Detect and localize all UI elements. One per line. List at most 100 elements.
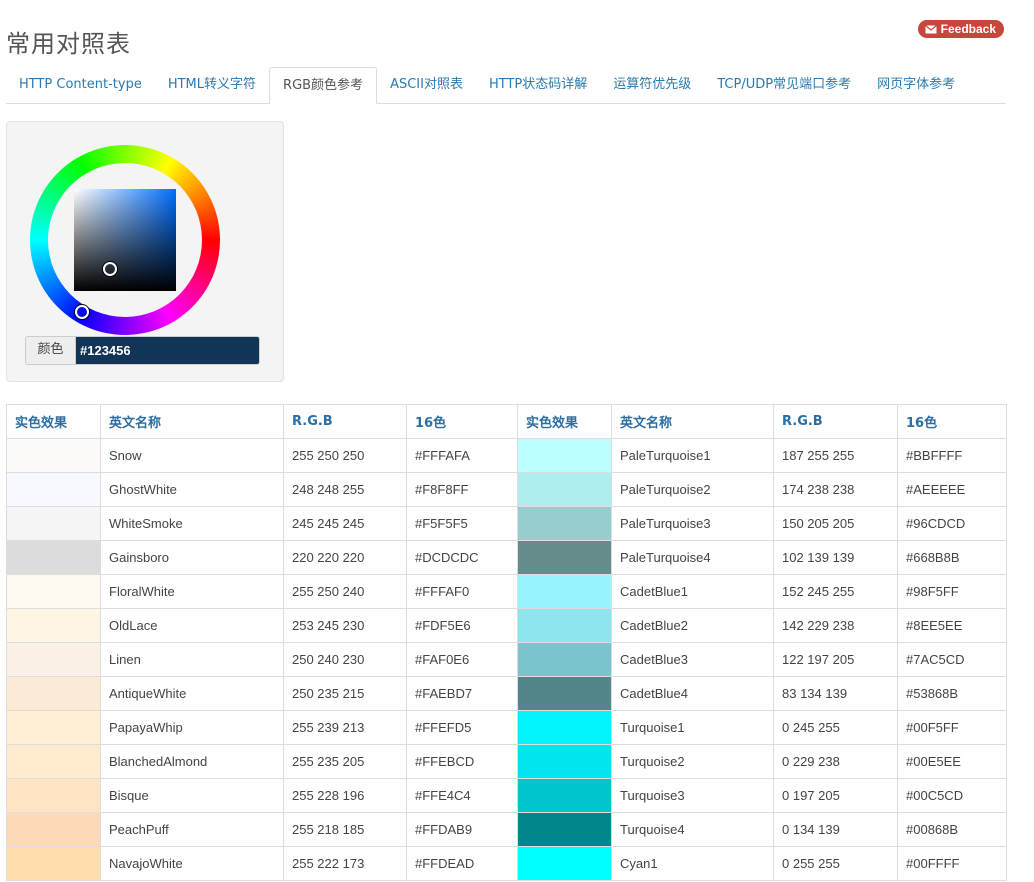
color-swatch bbox=[517, 540, 612, 575]
hue-handle[interactable] bbox=[75, 305, 89, 319]
hex-value-cell: #FFDEAD bbox=[406, 846, 518, 881]
color-swatch bbox=[6, 438, 101, 473]
color-name-cell: BlanchedAlmond bbox=[100, 744, 284, 779]
hex-value-cell: #FFE4C4 bbox=[406, 778, 518, 813]
tab-operator-precedence[interactable]: 运算符优先级 bbox=[600, 67, 704, 102]
color-swatch bbox=[517, 744, 612, 779]
color-picker-panel: 颜色值： bbox=[6, 121, 284, 382]
color-swatch bbox=[517, 812, 612, 847]
rgb-value-cell: 255 250 250 bbox=[283, 438, 407, 473]
color-name-cell: AntiqueWhite bbox=[100, 676, 284, 711]
rgb-value-cell: 83 134 139 bbox=[773, 676, 898, 711]
header-hex: 16色 bbox=[406, 404, 518, 439]
feedback-button[interactable]: Feedback bbox=[917, 20, 1004, 38]
rgb-value-cell: 174 238 238 bbox=[773, 472, 898, 507]
color-name-cell: OldLace bbox=[100, 608, 284, 643]
rgb-value-cell: 255 235 205 bbox=[283, 744, 407, 779]
hex-value-cell: #FFFAFA bbox=[406, 438, 518, 473]
hex-value-cell: #AEEEEE bbox=[897, 472, 1007, 507]
table-row: PapayaWhip 255 239 213 #FFEFD5 Turquoise1 0 … bbox=[6, 710, 1007, 745]
rgb-value-cell: 255 218 185 bbox=[283, 812, 407, 847]
table-row: FloralWhite 255 250 240 #FFFAF0 CadetBlue1 1… bbox=[6, 574, 1007, 609]
rgb-value-cell: 250 235 215 bbox=[283, 676, 407, 711]
rgb-value-cell: 255 228 196 bbox=[283, 778, 407, 813]
color-name-cell: PeachPuff bbox=[100, 812, 284, 847]
hex-value-cell: #00FFFF bbox=[897, 846, 1007, 881]
hex-value-cell: #00C5CD bbox=[897, 778, 1007, 813]
table-row: Snow 255 250 250 #FFFAFA PaleTurquoise1 187 … bbox=[6, 438, 1007, 473]
color-name-cell: WhiteSmoke bbox=[100, 506, 284, 541]
rgb-value-cell: 142 229 238 bbox=[773, 608, 898, 643]
color-value-row: 颜色值： bbox=[25, 336, 260, 365]
color-swatch bbox=[6, 540, 101, 575]
color-name-cell: PaleTurquoise3 bbox=[611, 506, 774, 541]
page-title: 常用对照表 bbox=[6, 30, 131, 59]
color-swatch bbox=[517, 778, 612, 813]
tab-bar: HTTP Content-type HTML转义字符 RGB颜色参考 ASCII… bbox=[6, 67, 1006, 104]
saturation-value-square[interactable] bbox=[74, 189, 176, 291]
color-name-cell: Turquoise4 bbox=[611, 812, 774, 847]
hex-value-cell: #7AC5CD bbox=[897, 642, 1007, 677]
color-swatch bbox=[517, 472, 612, 507]
color-name-cell: Cyan1 bbox=[611, 846, 774, 881]
hex-value-cell: #53868B bbox=[897, 676, 1007, 711]
color-swatch bbox=[517, 676, 612, 711]
saturation-value-handle[interactable] bbox=[103, 262, 117, 276]
table-row: AntiqueWhite 250 235 215 #FAEBD7 CadetBlue4… bbox=[6, 676, 1007, 711]
rgb-value-cell: 248 248 255 bbox=[283, 472, 407, 507]
hex-value-cell: #FDF5E6 bbox=[406, 608, 518, 643]
hex-value-cell: #00F5FF bbox=[897, 710, 1007, 745]
rgb-value-cell: 152 245 255 bbox=[773, 574, 898, 609]
rgb-value-cell: 245 245 245 bbox=[283, 506, 407, 541]
color-name-cell: CadetBlue3 bbox=[611, 642, 774, 677]
hex-value-cell: #668B8B bbox=[897, 540, 1007, 575]
color-name-cell: CadetBlue4 bbox=[611, 676, 774, 711]
color-swatch bbox=[6, 506, 101, 541]
color-swatch bbox=[6, 846, 101, 881]
table-header-row: 实色效果 英文名称 R.G.B 16色 实色效果 英文名称 R.G.B 16色 bbox=[6, 404, 1007, 439]
color-name-cell: PaleTurquoise2 bbox=[611, 472, 774, 507]
color-name-cell: Turquoise1 bbox=[611, 710, 774, 745]
tab-html-escape[interactable]: HTML转义字符 bbox=[155, 67, 269, 102]
color-swatch bbox=[6, 744, 101, 779]
color-swatch bbox=[517, 608, 612, 643]
color-name-cell: Turquoise3 bbox=[611, 778, 774, 813]
tab-tcp-udp-ports[interactable]: TCP/UDP常见端口参考 bbox=[704, 67, 864, 102]
hex-value-cell: #DCDCDC bbox=[406, 540, 518, 575]
table-row: BlanchedAlmond 255 235 205 #FFEBCD Turquois… bbox=[6, 744, 1007, 779]
color-name-cell: Linen bbox=[100, 642, 284, 677]
tab-web-fonts[interactable]: 网页字体参考 bbox=[864, 67, 968, 102]
color-value-input[interactable] bbox=[76, 337, 259, 364]
color-swatch bbox=[517, 574, 612, 609]
rgb-value-cell: 255 239 213 bbox=[283, 710, 407, 745]
tab-ascii[interactable]: ASCII对照表 bbox=[377, 67, 476, 102]
color-swatch bbox=[6, 608, 101, 643]
color-swatch bbox=[517, 506, 612, 541]
color-swatch bbox=[6, 710, 101, 745]
color-name-cell: GhostWhite bbox=[100, 472, 284, 507]
hex-value-cell: #8EE5EE bbox=[897, 608, 1007, 643]
tab-http-content-type[interactable]: HTTP Content-type bbox=[6, 67, 155, 102]
color-swatch bbox=[6, 642, 101, 677]
hex-value-cell: #FFFAF0 bbox=[406, 574, 518, 609]
color-reference-table: 实色效果 英文名称 R.G.B 16色 实色效果 英文名称 R.G.B 16色 … bbox=[6, 404, 1007, 881]
color-swatch bbox=[6, 778, 101, 813]
tab-rgb-colors[interactable]: RGB颜色参考 bbox=[269, 67, 378, 104]
color-swatch bbox=[517, 642, 612, 677]
rgb-value-cell: 150 205 205 bbox=[773, 506, 898, 541]
color-name-cell: CadetBlue1 bbox=[611, 574, 774, 609]
hex-value-cell: #96CDCD bbox=[897, 506, 1007, 541]
rgb-value-cell: 220 220 220 bbox=[283, 540, 407, 575]
tab-http-status[interactable]: HTTP状态码详解 bbox=[476, 67, 600, 102]
header-name: 英文名称 bbox=[100, 404, 284, 439]
color-swatch bbox=[6, 676, 101, 711]
color-name-cell: PaleTurquoise4 bbox=[611, 540, 774, 575]
header-rgb: R.G.B bbox=[773, 404, 898, 439]
table-row: PeachPuff 255 218 185 #FFDAB9 Turquoise4 0 1… bbox=[6, 812, 1007, 847]
color-name-cell: Turquoise2 bbox=[611, 744, 774, 779]
table-row: GhostWhite 248 248 255 #F8F8FF PaleTurquois… bbox=[6, 472, 1007, 507]
rgb-value-cell: 0 229 238 bbox=[773, 744, 898, 779]
color-name-cell: Bisque bbox=[100, 778, 284, 813]
color-name-cell: Gainsboro bbox=[100, 540, 284, 575]
rgb-value-cell: 0 245 255 bbox=[773, 710, 898, 745]
